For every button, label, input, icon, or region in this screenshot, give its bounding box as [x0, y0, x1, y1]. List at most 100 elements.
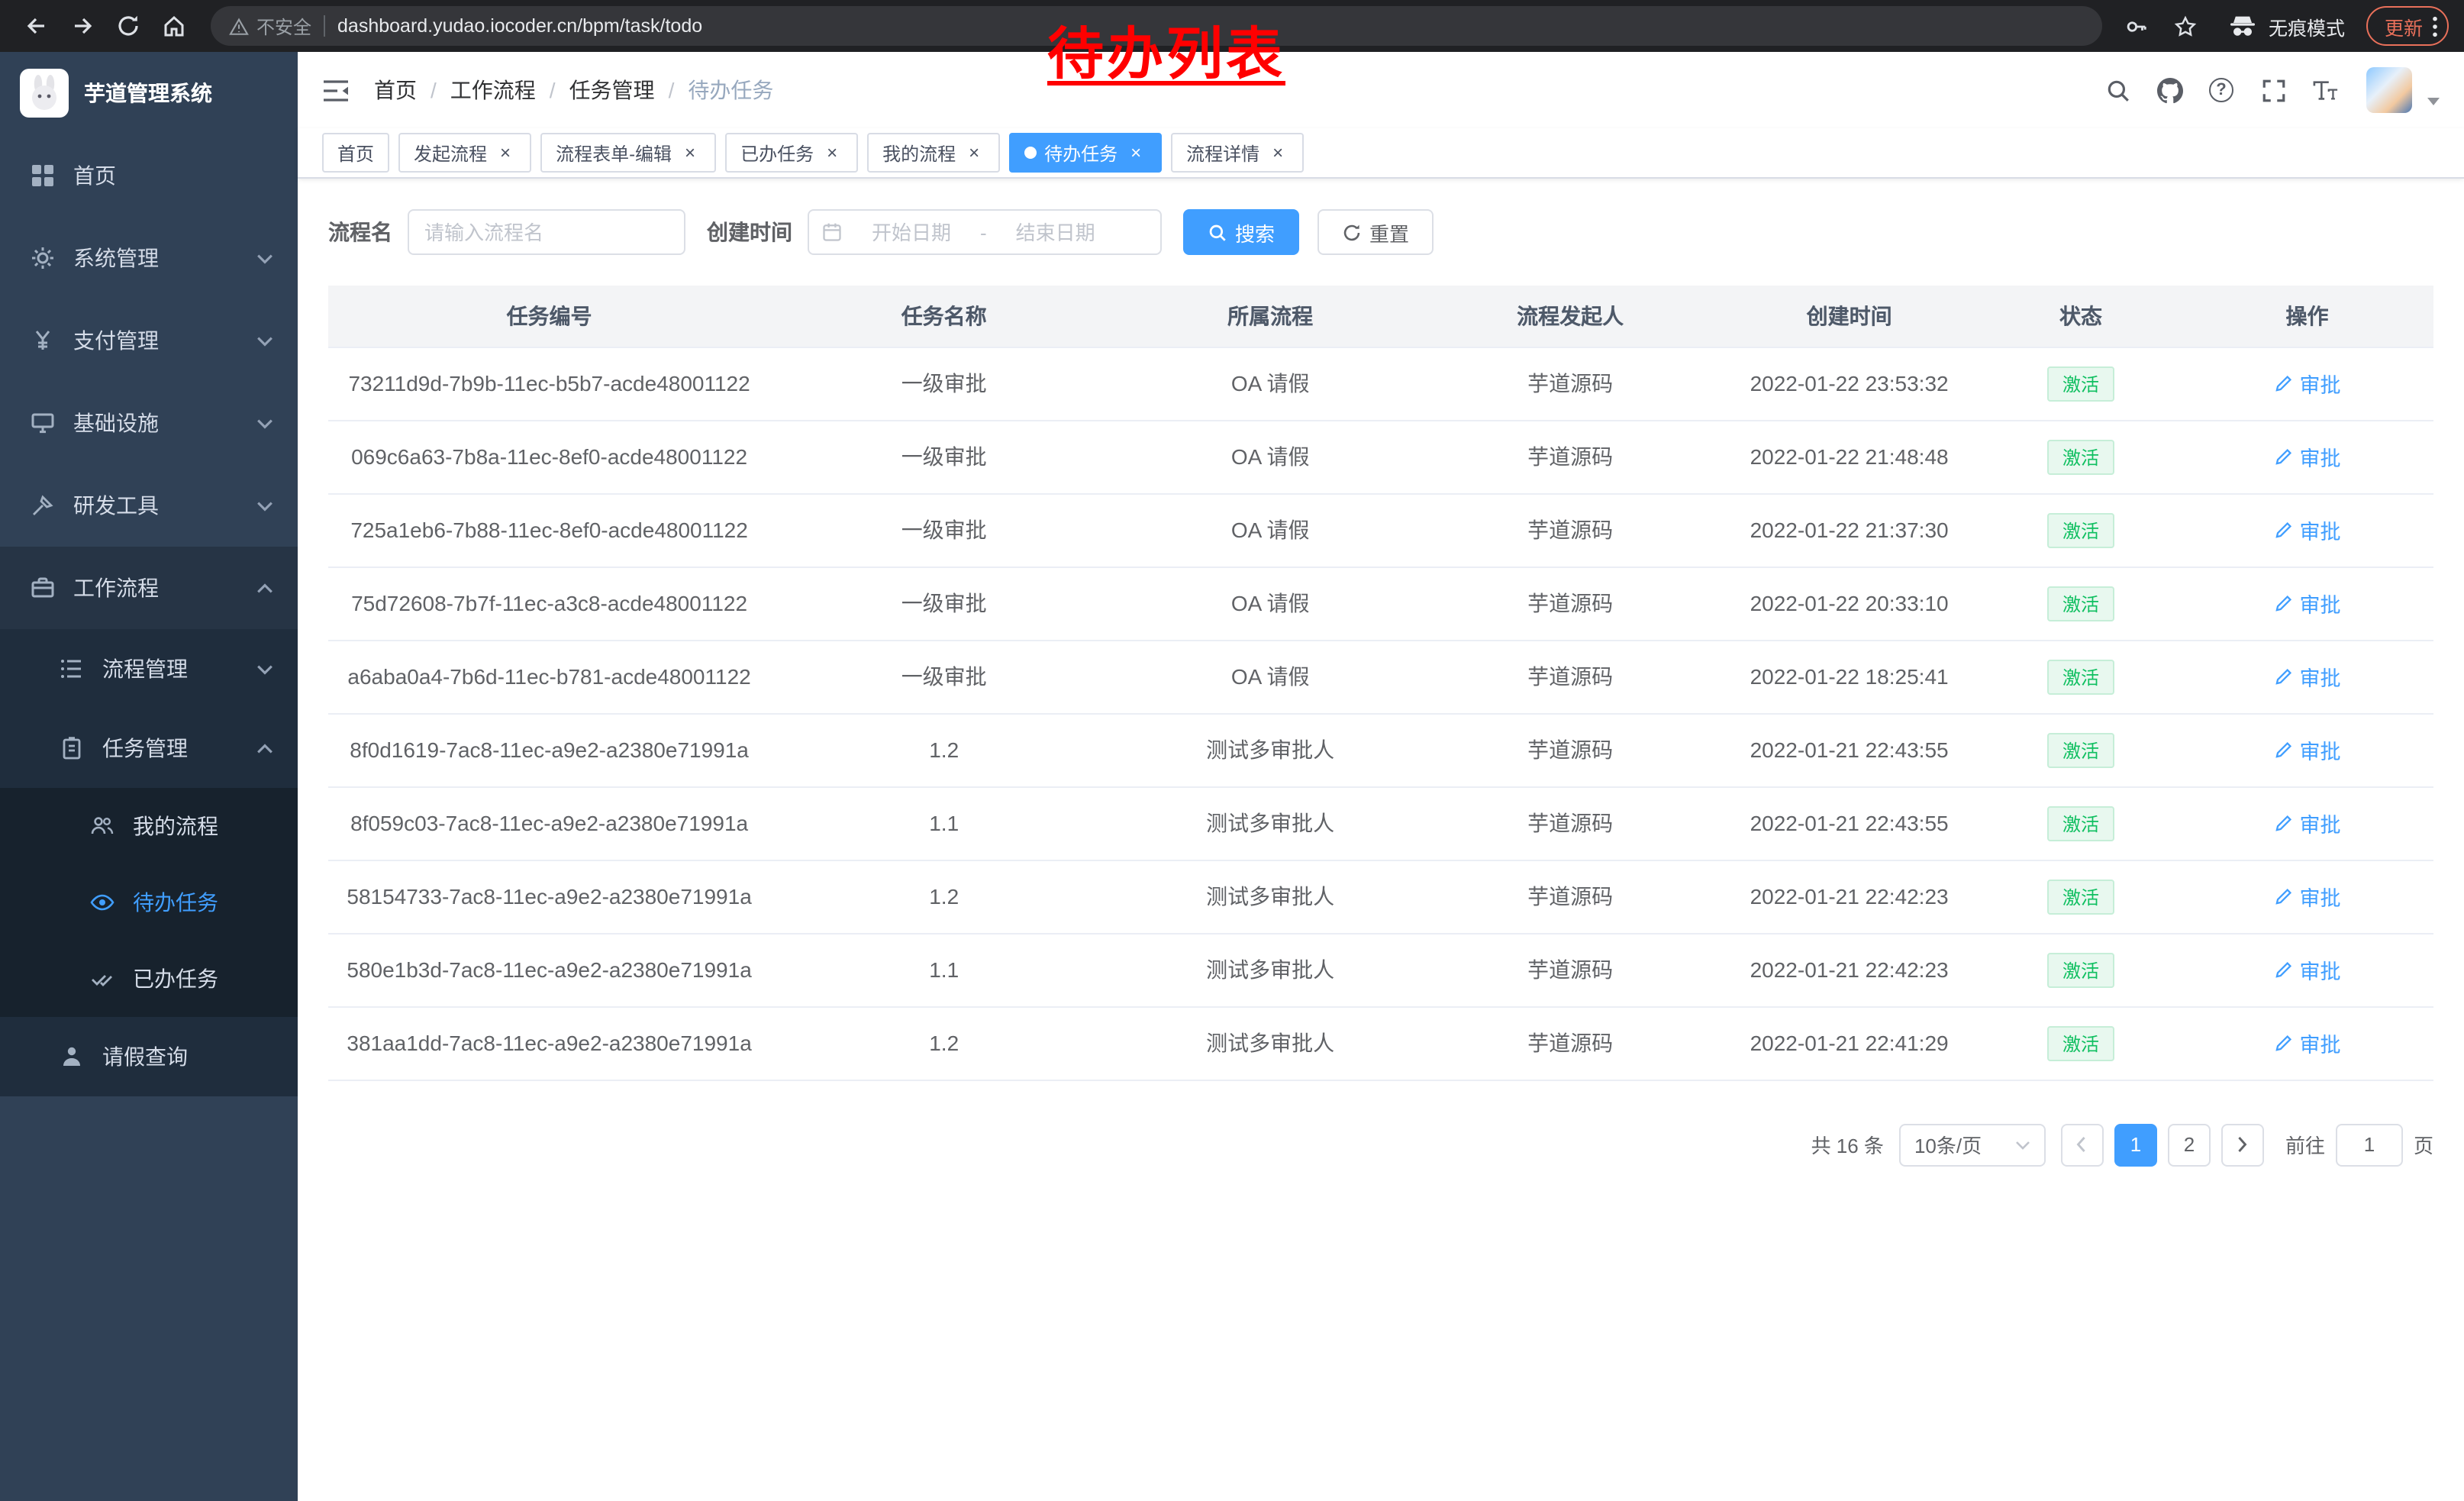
close-icon[interactable]: ×	[963, 142, 985, 163]
sidebar-collapse-icon[interactable]	[322, 79, 350, 102]
task-name: 1.1	[929, 811, 959, 835]
close-icon[interactable]: ×	[1267, 142, 1288, 163]
avatar[interactable]	[2366, 67, 2412, 113]
person-icon	[58, 1044, 84, 1070]
tab-launch-process[interactable]: 发起流程 ×	[398, 133, 531, 173]
reload-icon[interactable]	[107, 5, 150, 47]
sidebar-item-label: 任务管理	[102, 733, 188, 763]
table-row: 069c6a63-7b8a-11ec-8ef0-acde48001122 一级审…	[328, 420, 2433, 493]
bookmark-star-icon[interactable]	[2166, 6, 2206, 46]
yen-icon	[29, 328, 55, 353]
sidebar-item-home[interactable]: 首页	[0, 134, 298, 217]
sidebar-item-task-management[interactable]: 任务管理	[0, 709, 298, 788]
edit-pencil-icon	[2273, 373, 2293, 393]
security-chip[interactable]: 不安全	[229, 13, 311, 39]
goto-page-input[interactable]	[2336, 1123, 2403, 1166]
incognito-badge[interactable]: 无痕模式	[2227, 11, 2345, 41]
url-bar[interactable]: 不安全 dashboard.yudao.iocoder.cn/bpm/task/…	[211, 6, 2102, 46]
tab-process-form-edit[interactable]: 流程表单-编辑 ×	[540, 133, 716, 173]
caret-down-icon[interactable]	[2427, 97, 2440, 105]
home-icon[interactable]	[153, 5, 195, 47]
tab-process-detail[interactable]: 流程详情 ×	[1171, 133, 1304, 173]
task-process: 测试多审批人	[1206, 957, 1334, 982]
task-created: 2022-01-22 18:25:41	[1750, 664, 1949, 689]
approve-button[interactable]: 审批	[2273, 588, 2340, 618]
sidebar-item-payment-management[interactable]: 支付管理	[0, 299, 298, 382]
search-button[interactable]: 搜索	[1183, 209, 1299, 255]
close-icon[interactable]: ×	[821, 142, 843, 163]
sidebar-item-process-management[interactable]: 流程管理	[0, 629, 298, 709]
sidebar-item-todo-tasks[interactable]: 待办任务	[0, 864, 298, 941]
prev-page-button[interactable]	[2061, 1123, 2104, 1166]
sidebar-item-my-processes[interactable]: 我的流程	[0, 788, 298, 864]
sidebar-item-label: 研发工具	[73, 490, 159, 521]
sidebar-item-dev-tools[interactable]: 研发工具	[0, 464, 298, 547]
forward-icon[interactable]	[61, 5, 104, 47]
font-size-icon[interactable]	[2305, 70, 2345, 110]
edit-pencil-icon	[2273, 520, 2293, 540]
fullscreen-icon[interactable]	[2253, 70, 2293, 110]
sidebar-item-done-tasks[interactable]: 已办任务	[0, 941, 298, 1017]
approve-button[interactable]: 审批	[2273, 734, 2340, 765]
sidebar-item-system-management[interactable]: 系统管理	[0, 217, 298, 299]
close-icon[interactable]: ×	[1125, 142, 1147, 163]
sidebar-item-infrastructure[interactable]: 基础设施	[0, 382, 298, 464]
help-icon[interactable]: ?	[2201, 70, 2241, 110]
approve-button[interactable]: 审批	[2273, 954, 2340, 985]
task-created: 2022-01-22 21:37:30	[1750, 518, 1949, 542]
edit-pencil-icon	[2273, 960, 2293, 980]
table-row: 58154733-7ac8-11ec-a9e2-a2380e71991a 1.2…	[328, 860, 2433, 933]
close-icon[interactable]: ×	[495, 142, 516, 163]
next-page-button[interactable]	[2221, 1123, 2264, 1166]
gear-icon	[29, 245, 55, 271]
approve-button[interactable]: 审批	[2273, 808, 2340, 838]
tab-my-processes[interactable]: 我的流程 ×	[867, 133, 1000, 173]
task-id: 8f0d1619-7ac8-11ec-a9e2-a2380e71991a	[350, 738, 749, 762]
approve-button[interactable]: 审批	[2273, 1028, 2340, 1058]
warning-icon	[229, 16, 249, 36]
menu-dots-icon[interactable]	[2432, 15, 2438, 37]
approve-button[interactable]: 审批	[2273, 881, 2340, 912]
approve-button[interactable]: 审批	[2273, 515, 2340, 545]
end-date-input[interactable]	[993, 221, 1118, 244]
page-button-2[interactable]: 2	[2168, 1123, 2211, 1166]
column-header-process: 所属流程	[1118, 286, 1423, 347]
task-created: 2022-01-22 23:53:32	[1750, 371, 1949, 395]
approve-label: 审批	[2299, 441, 2340, 472]
app-logo[interactable]: 芋道管理系统	[0, 52, 298, 134]
process-name-input[interactable]	[408, 209, 685, 255]
page-size-select[interactable]: 10条/页	[1899, 1123, 2046, 1166]
table-row: 8f0d1619-7ac8-11ec-a9e2-a2380e71991a 1.2…	[328, 713, 2433, 786]
back-icon[interactable]	[15, 5, 58, 47]
approve-button[interactable]: 审批	[2273, 441, 2340, 472]
approve-label: 审批	[2299, 881, 2340, 912]
page-button-1[interactable]: 1	[2114, 1123, 2157, 1166]
breadcrumb-separator: /	[669, 78, 675, 102]
search-icon[interactable]	[2098, 70, 2137, 110]
task-id: 73211d9d-7b9b-11ec-b5b7-acde48001122	[348, 371, 750, 395]
update-label: 更新	[2385, 11, 2423, 40]
start-date-input[interactable]	[849, 221, 974, 244]
tab-todo-tasks[interactable]: 待办任务 ×	[1009, 133, 1162, 173]
double-check-icon	[89, 966, 114, 992]
app-title: 芋道管理系统	[84, 78, 212, 108]
sidebar-item-leave-query[interactable]: 请假查询	[0, 1017, 298, 1096]
sidebar-item-workflow[interactable]: 工作流程	[0, 547, 298, 629]
github-icon[interactable]	[2150, 70, 2189, 110]
approve-button[interactable]: 审批	[2273, 368, 2340, 399]
breadcrumb-item-task-management[interactable]: 任务管理	[569, 75, 655, 105]
tab-label: 流程详情	[1186, 140, 1259, 166]
approve-button[interactable]: 审批	[2273, 661, 2340, 692]
close-icon[interactable]: ×	[679, 142, 701, 163]
browser-update-button[interactable]: 更新	[2366, 6, 2449, 46]
approve-label: 审批	[2299, 1028, 2340, 1058]
main-area: 首页 / 工作流程 / 任务管理 / 待办任务 ?	[298, 52, 2464, 1501]
breadcrumb-item-home[interactable]: 首页	[374, 75, 417, 105]
approve-label: 审批	[2299, 734, 2340, 765]
tab-home[interactable]: 首页	[322, 133, 389, 173]
password-key-icon[interactable]	[2117, 6, 2157, 46]
breadcrumb-item-workflow[interactable]: 工作流程	[450, 75, 536, 105]
tab-done-tasks[interactable]: 已办任务 ×	[725, 133, 858, 173]
date-range-picker[interactable]: -	[808, 209, 1162, 255]
reset-button[interactable]: 重置	[1317, 209, 1434, 255]
